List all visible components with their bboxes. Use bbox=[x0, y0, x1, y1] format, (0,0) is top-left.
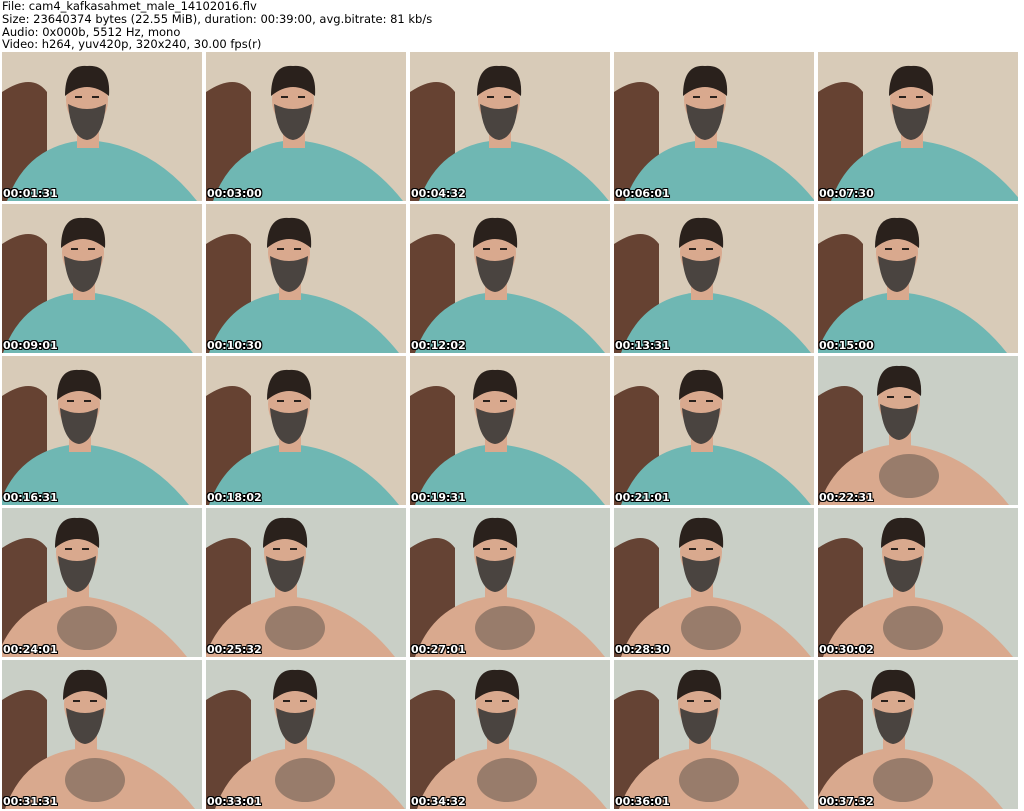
video-thumbnail: 00:21:01 bbox=[614, 356, 814, 505]
frame-timestamp: 00:09:01 bbox=[3, 339, 58, 352]
frame-timestamp: 00:30:02 bbox=[819, 643, 874, 656]
frame-image bbox=[206, 508, 406, 657]
frame-timestamp: 00:31:31 bbox=[3, 795, 58, 808]
frame-image bbox=[614, 356, 814, 505]
frame-image bbox=[2, 204, 202, 353]
frame-image bbox=[2, 52, 202, 201]
video-thumbnail: 00:01:31 bbox=[2, 52, 202, 201]
video-thumbnail: 00:18:02 bbox=[206, 356, 406, 505]
frame-timestamp: 00:19:31 bbox=[411, 491, 466, 504]
frame-timestamp: 00:36:01 bbox=[615, 795, 670, 808]
frame-image bbox=[2, 356, 202, 505]
frame-timestamp: 00:21:01 bbox=[615, 491, 670, 504]
video-thumbnail: 00:24:01 bbox=[2, 508, 202, 657]
video-thumbnail: 00:03:00 bbox=[206, 52, 406, 201]
frame-image bbox=[614, 204, 814, 353]
frame-image bbox=[410, 356, 610, 505]
frame-image bbox=[614, 660, 814, 809]
frame-timestamp: 00:33:01 bbox=[207, 795, 262, 808]
frame-timestamp: 00:13:31 bbox=[615, 339, 670, 352]
video-thumbnail: 00:06:01 bbox=[614, 52, 814, 201]
video-thumbnail: 00:27:01 bbox=[410, 508, 610, 657]
frame-timestamp: 00:34:32 bbox=[411, 795, 466, 808]
frame-timestamp: 00:25:32 bbox=[207, 643, 262, 656]
frame-image bbox=[206, 204, 406, 353]
video-thumbnail: 00:25:32 bbox=[206, 508, 406, 657]
frame-image bbox=[818, 660, 1018, 809]
video-thumbnail: 00:12:02 bbox=[410, 204, 610, 353]
video-thumbnail: 00:37:32 bbox=[818, 660, 1018, 809]
video-thumbnail: 00:19:31 bbox=[410, 356, 610, 505]
frame-image bbox=[2, 508, 202, 657]
frame-timestamp: 00:28:30 bbox=[615, 643, 670, 656]
frame-image bbox=[614, 52, 814, 201]
frame-timestamp: 00:18:02 bbox=[207, 491, 262, 504]
frame-image bbox=[2, 660, 202, 809]
video-thumbnail: 00:15:00 bbox=[818, 204, 1018, 353]
frame-image bbox=[410, 204, 610, 353]
thumbnail-grid: 00:01:31 00:03:00 00:04:32 00:06:01 00:07:30… bbox=[2, 52, 1022, 810]
frame-timestamp: 00:12:02 bbox=[411, 339, 466, 352]
video-thumbnail: 00:16:31 bbox=[2, 356, 202, 505]
video-thumbnail: 00:10:30 bbox=[206, 204, 406, 353]
frame-image bbox=[206, 52, 406, 201]
frame-timestamp: 00:04:32 bbox=[411, 187, 466, 200]
video-thumbnail: 00:30:02 bbox=[818, 508, 1018, 657]
frame-timestamp: 00:01:31 bbox=[3, 187, 58, 200]
frame-image bbox=[818, 52, 1018, 201]
frame-image bbox=[818, 204, 1018, 353]
video-thumbnail: 00:28:30 bbox=[614, 508, 814, 657]
frame-timestamp: 00:15:00 bbox=[819, 339, 874, 352]
frame-timestamp: 00:37:32 bbox=[819, 795, 874, 808]
file-size-line: Size: 23640374 bytes (22.55 MiB), durati… bbox=[2, 11, 433, 26]
video-thumbnail: 00:36:01 bbox=[614, 660, 814, 809]
frame-timestamp: 00:16:31 bbox=[3, 491, 58, 504]
frame-timestamp: 00:22:31 bbox=[819, 491, 874, 504]
video-thumbnail: 00:22:31 bbox=[818, 356, 1018, 505]
frame-image bbox=[818, 356, 1018, 505]
video-thumbnail: 00:33:01 bbox=[206, 660, 406, 809]
frame-image bbox=[410, 660, 610, 809]
frame-image bbox=[614, 508, 814, 657]
frame-timestamp: 00:03:00 bbox=[207, 187, 262, 200]
file-info-header: File: cam4_kafkasahmet_male_14102016.flv… bbox=[2, 0, 1020, 52]
frame-image bbox=[206, 660, 406, 809]
video-thumbnail: 00:34:32 bbox=[410, 660, 610, 809]
frame-timestamp: 00:07:30 bbox=[819, 187, 874, 200]
video-thumbnail: 00:04:32 bbox=[410, 52, 610, 201]
video-thumbnail: 00:31:31 bbox=[2, 660, 202, 809]
frame-image bbox=[818, 508, 1018, 657]
video-thumbnail: 00:09:01 bbox=[2, 204, 202, 353]
frame-image bbox=[410, 52, 610, 201]
frame-timestamp: 00:06:01 bbox=[615, 187, 670, 200]
video-thumbnail: 00:07:30 bbox=[818, 52, 1018, 201]
file-name-line: File: cam4_kafkasahmet_male_14102016.flv bbox=[2, 0, 257, 13]
video-thumbnail: 00:13:31 bbox=[614, 204, 814, 353]
frame-image bbox=[410, 508, 610, 657]
frame-image bbox=[206, 356, 406, 505]
frame-timestamp: 00:27:01 bbox=[411, 643, 466, 656]
frame-timestamp: 00:24:01 bbox=[3, 643, 58, 656]
frame-timestamp: 00:10:30 bbox=[207, 339, 262, 352]
video-info-line: Video: h264, yuv420p, 320x240, 30.00 fps… bbox=[2, 37, 262, 52]
